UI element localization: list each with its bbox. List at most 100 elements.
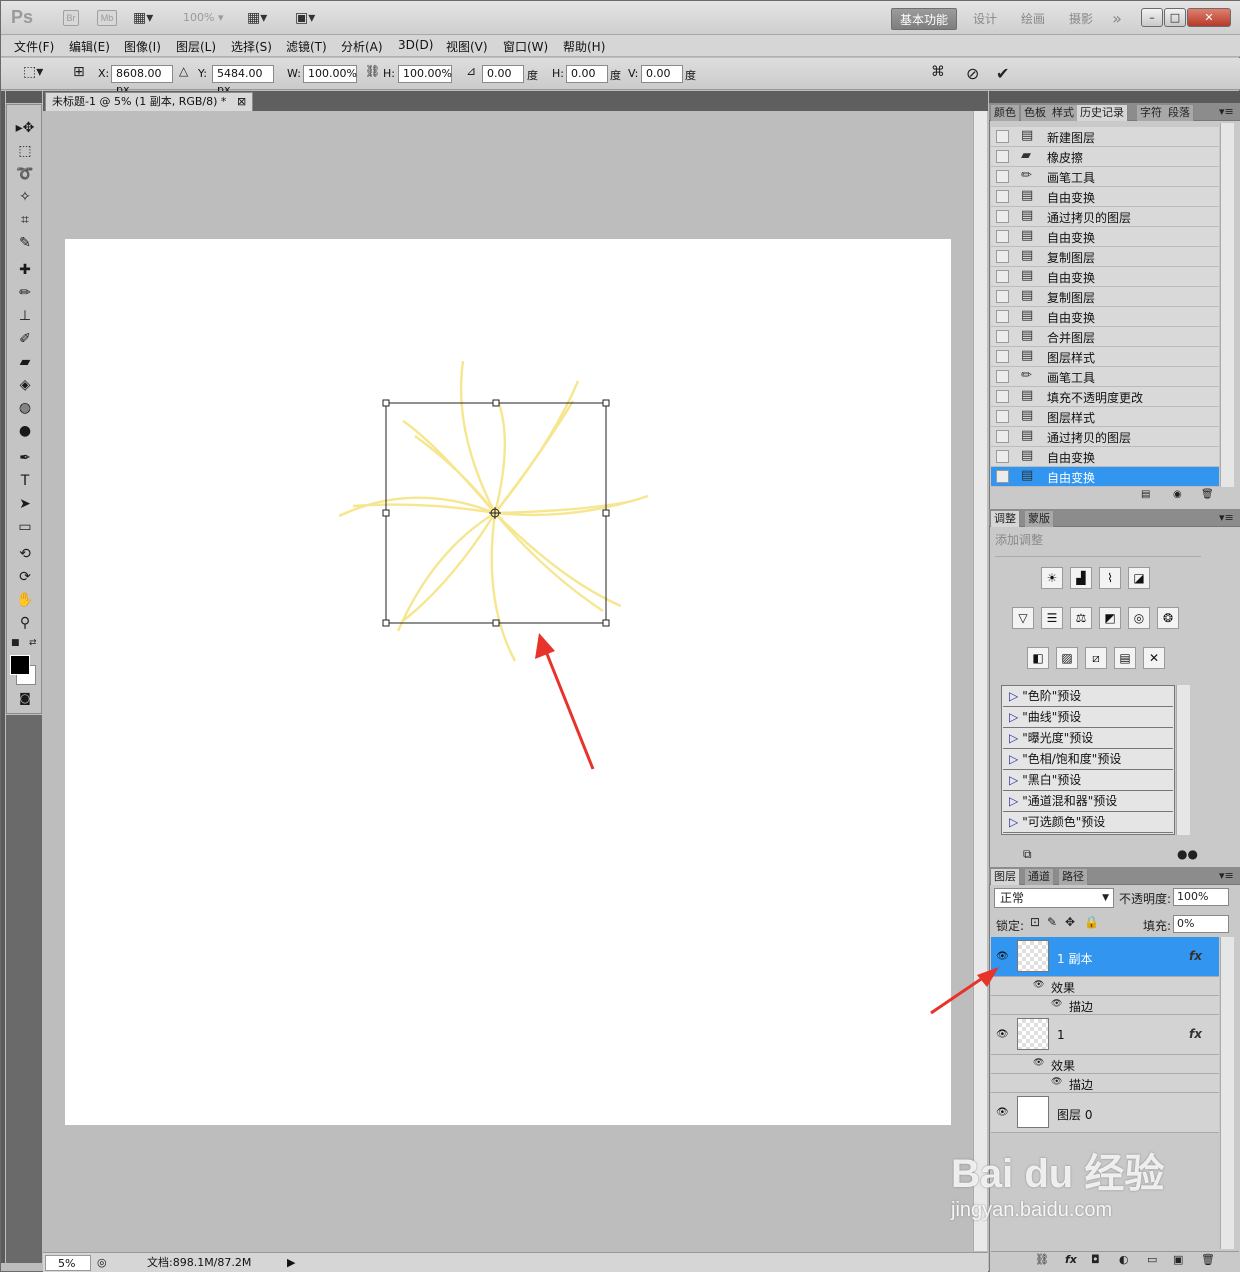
commit-transform-icon[interactable]: ✔ <box>996 64 1009 83</box>
close-tab-icon[interactable]: ⊠ <box>237 93 246 111</box>
channel-mixer-icon[interactable]: ❂ <box>1157 607 1179 629</box>
swap-colors-icon[interactable]: ⇄ <box>29 638 37 648</box>
workspace-paint[interactable]: 绘画 <box>1017 8 1049 30</box>
view-extras-icon[interactable]: ▦▾ <box>133 9 153 27</box>
history-item[interactable]: ▤ 自由变换 <box>991 187 1219 207</box>
photo-filter-icon[interactable]: ◎ <box>1128 607 1150 629</box>
panel-menu-icon[interactable]: ▾≡ <box>1219 105 1234 118</box>
preset-item[interactable]: ▷ "通道混和器"预设 <box>1003 791 1173 812</box>
preset-item[interactable]: ▷ "色阶"预设 <box>1003 686 1173 707</box>
delete-layer-icon[interactable]: 🗑 <box>1201 1253 1215 1266</box>
history-item[interactable]: ▤ 自由变换 <box>991 447 1219 467</box>
fx-icon[interactable]: fx <box>1189 949 1202 963</box>
invert-icon[interactable]: ◧ <box>1027 647 1049 669</box>
preset-item[interactable]: ▷ "黑白"预设 <box>1003 770 1173 791</box>
default-colors-icon[interactable]: ■ <box>11 638 20 648</box>
w-field[interactable]: 100.00% <box>303 65 357 83</box>
preset-item[interactable]: ▷ "色相/饱和度"预设 <box>1003 749 1173 770</box>
history-snapshot-checkbox[interactable] <box>996 210 1009 223</box>
history-item[interactable]: ▤ 填充不透明度更改 <box>991 387 1219 407</box>
fx-icon[interactable]: fx <box>1189 1027 1202 1041</box>
expand-arrow-icon[interactable]: ▷ <box>1009 752 1018 766</box>
preset-item[interactable]: ▷ "曲线"预设 <box>1003 707 1173 728</box>
history-item[interactable]: ▤ 自由变换 <box>991 467 1219 487</box>
eyedropper-tool-icon[interactable]: ✎ <box>7 232 43 254</box>
tab-paragraph[interactable]: 段落 <box>1165 105 1194 121</box>
history-snapshot-checkbox[interactable] <box>996 130 1009 143</box>
dodge-tool-icon[interactable]: ● <box>7 420 43 442</box>
expand-arrow-icon[interactable]: ▷ <box>1009 794 1018 808</box>
blend-mode-select[interactable]: 正常 ▼ <box>994 888 1114 908</box>
h-field[interactable]: 100.00% <box>398 65 452 83</box>
history-item[interactable]: ▤ 合并图层 <box>991 327 1219 347</box>
type-tool-icon[interactable]: T <box>7 470 43 492</box>
layer-row-1[interactable]: 👁 1 fx <box>991 1015 1219 1055</box>
layer-row-1-copy[interactable]: 👁 1 副本 fx <box>991 937 1219 977</box>
preset-item[interactable]: ▷ "曝光度"预设 <box>1003 728 1173 749</box>
history-snapshot-checkbox[interactable] <box>996 370 1009 383</box>
history-item[interactable]: ✏ 画笔工具 <box>991 167 1219 187</box>
history-brush-icon[interactable]: ✐ <box>7 328 43 350</box>
more-workspaces-icon[interactable]: » <box>1107 8 1127 30</box>
preset-item[interactable]: ▷ "可选颜色"预设 <box>1003 812 1173 833</box>
minibridge-chip[interactable]: Mb <box>97 10 117 26</box>
layers-panel-menu-icon[interactable]: ▾≡ <box>1219 869 1234 882</box>
blur-tool-icon[interactable]: ◍ <box>7 397 43 419</box>
tab-masks[interactable]: 蒙版 <box>1025 511 1054 527</box>
history-snapshot-checkbox[interactable] <box>996 450 1009 463</box>
brightness-icon[interactable]: ☀ <box>1041 567 1063 589</box>
black-white-icon[interactable]: ◩ <box>1099 607 1121 629</box>
tab-layers[interactable]: 图层 <box>991 869 1020 885</box>
menu-help[interactable]: 帮助(H) <box>563 38 605 55</box>
marquee-tool-icon[interactable]: ⬚ <box>7 140 43 162</box>
history-item[interactable]: ▤ 新建图层 <box>991 127 1219 147</box>
history-item[interactable]: ▤ 通过拷贝的图层 <box>991 207 1219 227</box>
add-style-icon[interactable]: fx <box>1065 1253 1077 1266</box>
warp-icon[interactable]: ⌘ <box>931 64 945 80</box>
rectangle-tool-icon[interactable]: ▭ <box>7 516 43 538</box>
tab-color[interactable]: 颜色 <box>991 105 1020 121</box>
gradient-map-icon[interactable]: ▤ <box>1114 647 1136 669</box>
workspace-photo[interactable]: 摄影 <box>1065 8 1097 30</box>
threshold-icon[interactable]: ⧄ <box>1085 647 1107 669</box>
foreground-color-swatch[interactable] <box>10 655 30 675</box>
stroke-effect-row[interactable]: 👁 描边 <box>991 996 1219 1015</box>
fill-field[interactable]: 0% <box>1173 915 1229 933</box>
hand-tool-icon[interactable]: ✋ <box>7 589 43 611</box>
layer-row-0[interactable]: 👁 图层 0 <box>991 1093 1219 1133</box>
eye-icon[interactable]: 👁 <box>996 1029 1009 1040</box>
paint-bucket-icon[interactable]: ◈ <box>7 374 43 396</box>
levels-icon[interactable]: ▟ <box>1070 567 1092 589</box>
preset-scrollbar[interactable] <box>1176 685 1190 835</box>
brush-tool-icon[interactable]: ✏ <box>7 282 43 304</box>
expand-arrow-icon[interactable]: ▷ <box>1009 815 1018 829</box>
new-doc-from-state-icon[interactable]: ▤ <box>1141 489 1150 500</box>
document-tab[interactable]: 未标题-1 @ 5% (1 副本, RGB/8) * ⊠ <box>45 92 253 111</box>
history-item[interactable]: ▤ 自由变换 <box>991 227 1219 247</box>
history-item[interactable]: ▤ 图层样式 <box>991 347 1219 367</box>
status-menu-arrow-icon[interactable]: ▶ <box>287 1255 295 1271</box>
effects-row[interactable]: 👁 效果 <box>991 977 1219 996</box>
magic-wand-icon[interactable]: ✧ <box>7 186 43 208</box>
lasso-tool-icon[interactable]: ➰ <box>7 163 43 185</box>
panel-dock-header[interactable] <box>989 91 1240 103</box>
lock-all-icon[interactable]: 🔒 <box>1084 915 1099 929</box>
menu-edit[interactable]: 编辑(E) <box>69 38 110 55</box>
effects-row[interactable]: 👁 效果 <box>991 1055 1219 1074</box>
history-snapshot-checkbox[interactable] <box>996 230 1009 243</box>
angle-field[interactable]: 0.00 <box>482 65 524 83</box>
eye-icon[interactable]: 👁 <box>1033 980 1044 990</box>
vertical-scrollbar[interactable] <box>973 111 987 1251</box>
vskew-field[interactable]: 0.00 <box>641 65 683 83</box>
color-balance-icon[interactable]: ⚖ <box>1070 607 1092 629</box>
history-snapshot-checkbox[interactable] <box>996 290 1009 303</box>
opacity-field[interactable]: 100% <box>1173 888 1229 906</box>
history-item[interactable]: ▤ 自由变换 <box>991 307 1219 327</box>
exposure-icon[interactable]: ◪ <box>1128 567 1150 589</box>
zoom-dropdown[interactable]: 100% ▾ <box>183 11 223 24</box>
reference-point-icon[interactable]: ⊞ <box>73 64 85 80</box>
history-snapshot-checkbox[interactable] <box>996 330 1009 343</box>
move-tool-icon[interactable]: ▸✥ <box>7 117 43 139</box>
history-scrollbar[interactable] <box>1220 123 1234 487</box>
history-item[interactable]: ▤ 复制图层 <box>991 287 1219 307</box>
